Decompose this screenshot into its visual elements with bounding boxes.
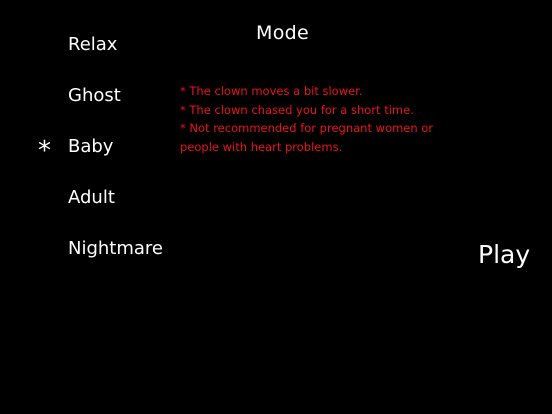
play-button[interactable]: Play <box>478 240 530 269</box>
mode-select-screen: Mode * Relax Ghost Baby Adult Nightmare … <box>0 0 552 414</box>
mode-option-relax[interactable]: Relax <box>68 32 163 83</box>
mode-option-nightmare[interactable]: Nightmare <box>68 236 163 287</box>
mode-option-baby[interactable]: Baby <box>68 134 163 185</box>
page-title: Mode <box>256 22 309 44</box>
mode-description: * The clown moves a bit slower. * The cl… <box>180 82 450 156</box>
description-line: * The clown moves a bit slower. <box>180 84 363 98</box>
description-line: * Not recommended for pregnant women or … <box>180 121 434 154</box>
mode-option-adult[interactable]: Adult <box>68 185 163 236</box>
mode-list: Relax Ghost Baby Adult Nightmare <box>68 32 163 287</box>
description-line: * The clown chased you for a short time. <box>180 102 414 117</box>
mode-option-ghost[interactable]: Ghost <box>68 83 163 134</box>
selected-mode-marker: * <box>38 136 51 166</box>
